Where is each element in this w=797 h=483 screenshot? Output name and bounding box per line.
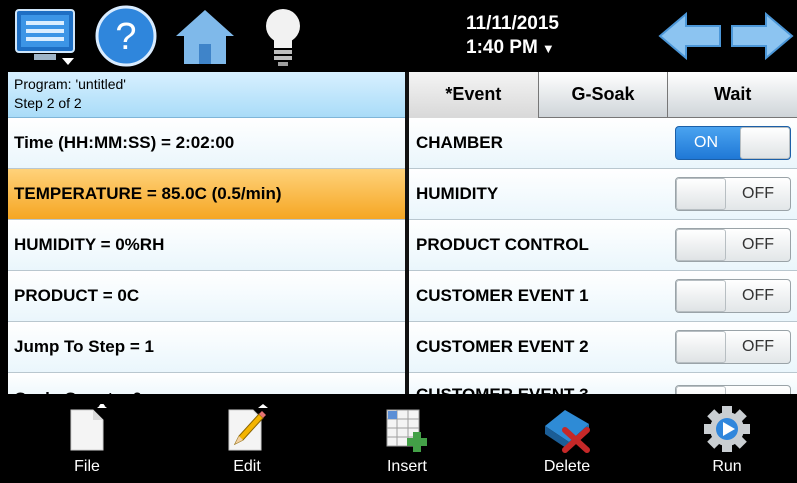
event-row-customer-event-3: CUSTOMER EVENT 3 OFF (409, 373, 797, 394)
step-cycle-count-row[interactable]: Cycle Count = 0 (8, 373, 405, 394)
tab-wait[interactable]: Wait (667, 72, 797, 118)
insert-label: Insert (386, 458, 427, 475)
step-humidity-row[interactable]: HUMIDITY = 0%RH (8, 220, 405, 271)
run-icon (704, 406, 750, 452)
customer-event-2-toggle[interactable]: OFF (675, 330, 791, 364)
event-label: PRODUCT CONTROL (416, 235, 589, 254)
step-product-row[interactable]: PRODUCT = 0C (8, 271, 405, 322)
humidity-toggle[interactable]: OFF (675, 177, 791, 211)
step-indicator: Step 2 of 2 (14, 95, 82, 111)
customer-event-3-toggle[interactable]: OFF (675, 385, 791, 394)
toggle-knob (676, 280, 726, 312)
toggle-state: OFF (742, 338, 774, 355)
time-dropdown-icon[interactable]: ▼ (542, 41, 555, 56)
edit-label: Edit (233, 458, 261, 475)
step-jump-row[interactable]: Jump To Step = 1 (8, 322, 405, 373)
file-label: File (74, 458, 100, 475)
home-icon[interactable] (172, 4, 238, 68)
event-row-customer-event-2: CUSTOMER EVENT 2 OFF (409, 322, 797, 373)
back-arrow-icon[interactable] (658, 4, 722, 68)
program-name: Program: 'untitled' (14, 76, 126, 92)
event-label: CUSTOMER EVENT 2 (416, 337, 589, 356)
file-button[interactable]: File (7, 394, 167, 483)
customer-event-1-toggle[interactable]: OFF (675, 279, 791, 313)
toggle-state: OFF (742, 236, 774, 253)
insert-button[interactable]: Insert (327, 394, 487, 483)
event-label: CUSTOMER EVENT 3 (416, 385, 589, 394)
time-text: 1:40 PM (466, 37, 538, 58)
top-bar: ? 11/11/2015 1:40 PM ▼ (0, 0, 797, 72)
step-time-row[interactable]: Time (HH:MM:SS) = 2:02:00 (8, 118, 405, 169)
toggle-state: OFF (742, 386, 774, 394)
event-panel: *Event G-Soak Wait CHAMBER ON HUMIDITY O… (409, 72, 797, 394)
date-text: 11/11/2015 (466, 13, 559, 34)
toggle-knob (676, 178, 726, 210)
toggle-knob (740, 127, 790, 159)
tab-event[interactable]: *Event (409, 72, 538, 118)
toggle-knob (676, 229, 726, 261)
tab-g-soak[interactable]: G-Soak (537, 72, 668, 118)
toggle-knob (676, 386, 726, 394)
delete-button[interactable]: Delete (487, 394, 647, 483)
step-temperature-row[interactable]: TEMPERATURE = 85.0C (0.5/min) (8, 169, 405, 220)
chamber-toggle[interactable]: ON (675, 126, 791, 160)
event-row-customer-event-1: CUSTOMER EVENT 1 OFF (409, 271, 797, 322)
toggle-state: OFF (742, 287, 774, 304)
insert-icon (386, 409, 427, 452)
run-label: Run (712, 458, 742, 475)
step-panel: Program: 'untitled' Step 2 of 2 Time (HH… (8, 72, 405, 394)
event-label: CHAMBER (416, 133, 503, 152)
bottom-toolbar: File Edit Insert Delete Run (0, 394, 797, 483)
edit-icon (228, 404, 268, 451)
product-control-toggle[interactable]: OFF (675, 228, 791, 262)
file-icon (70, 404, 107, 451)
date-time[interactable]: 11/11/2015 1:40 PM ▼ (466, 12, 559, 61)
event-label: CUSTOMER EVENT 1 (416, 286, 589, 305)
monitor-icon[interactable] (12, 4, 80, 68)
tab-bar: *Event G-Soak Wait (409, 72, 797, 118)
edit-button[interactable]: Edit (167, 394, 327, 483)
forward-arrow-icon[interactable] (730, 4, 794, 68)
svg-text:?: ? (115, 16, 136, 58)
toggle-state: ON (694, 134, 718, 151)
help-icon[interactable]: ? (94, 4, 158, 68)
lightbulb-icon[interactable] (258, 4, 308, 68)
event-row-product-control: PRODUCT CONTROL OFF (409, 220, 797, 271)
toggle-knob (676, 331, 726, 363)
event-label: HUMIDITY (416, 184, 499, 203)
event-row-humidity: HUMIDITY OFF (409, 169, 797, 220)
program-header: Program: 'untitled' Step 2 of 2 (8, 72, 405, 118)
toggle-state: OFF (742, 185, 774, 202)
event-row-chamber: CHAMBER ON (409, 118, 797, 169)
delete-label: Delete (543, 458, 591, 475)
run-button[interactable]: Run (647, 394, 797, 483)
delete-icon (545, 410, 590, 453)
